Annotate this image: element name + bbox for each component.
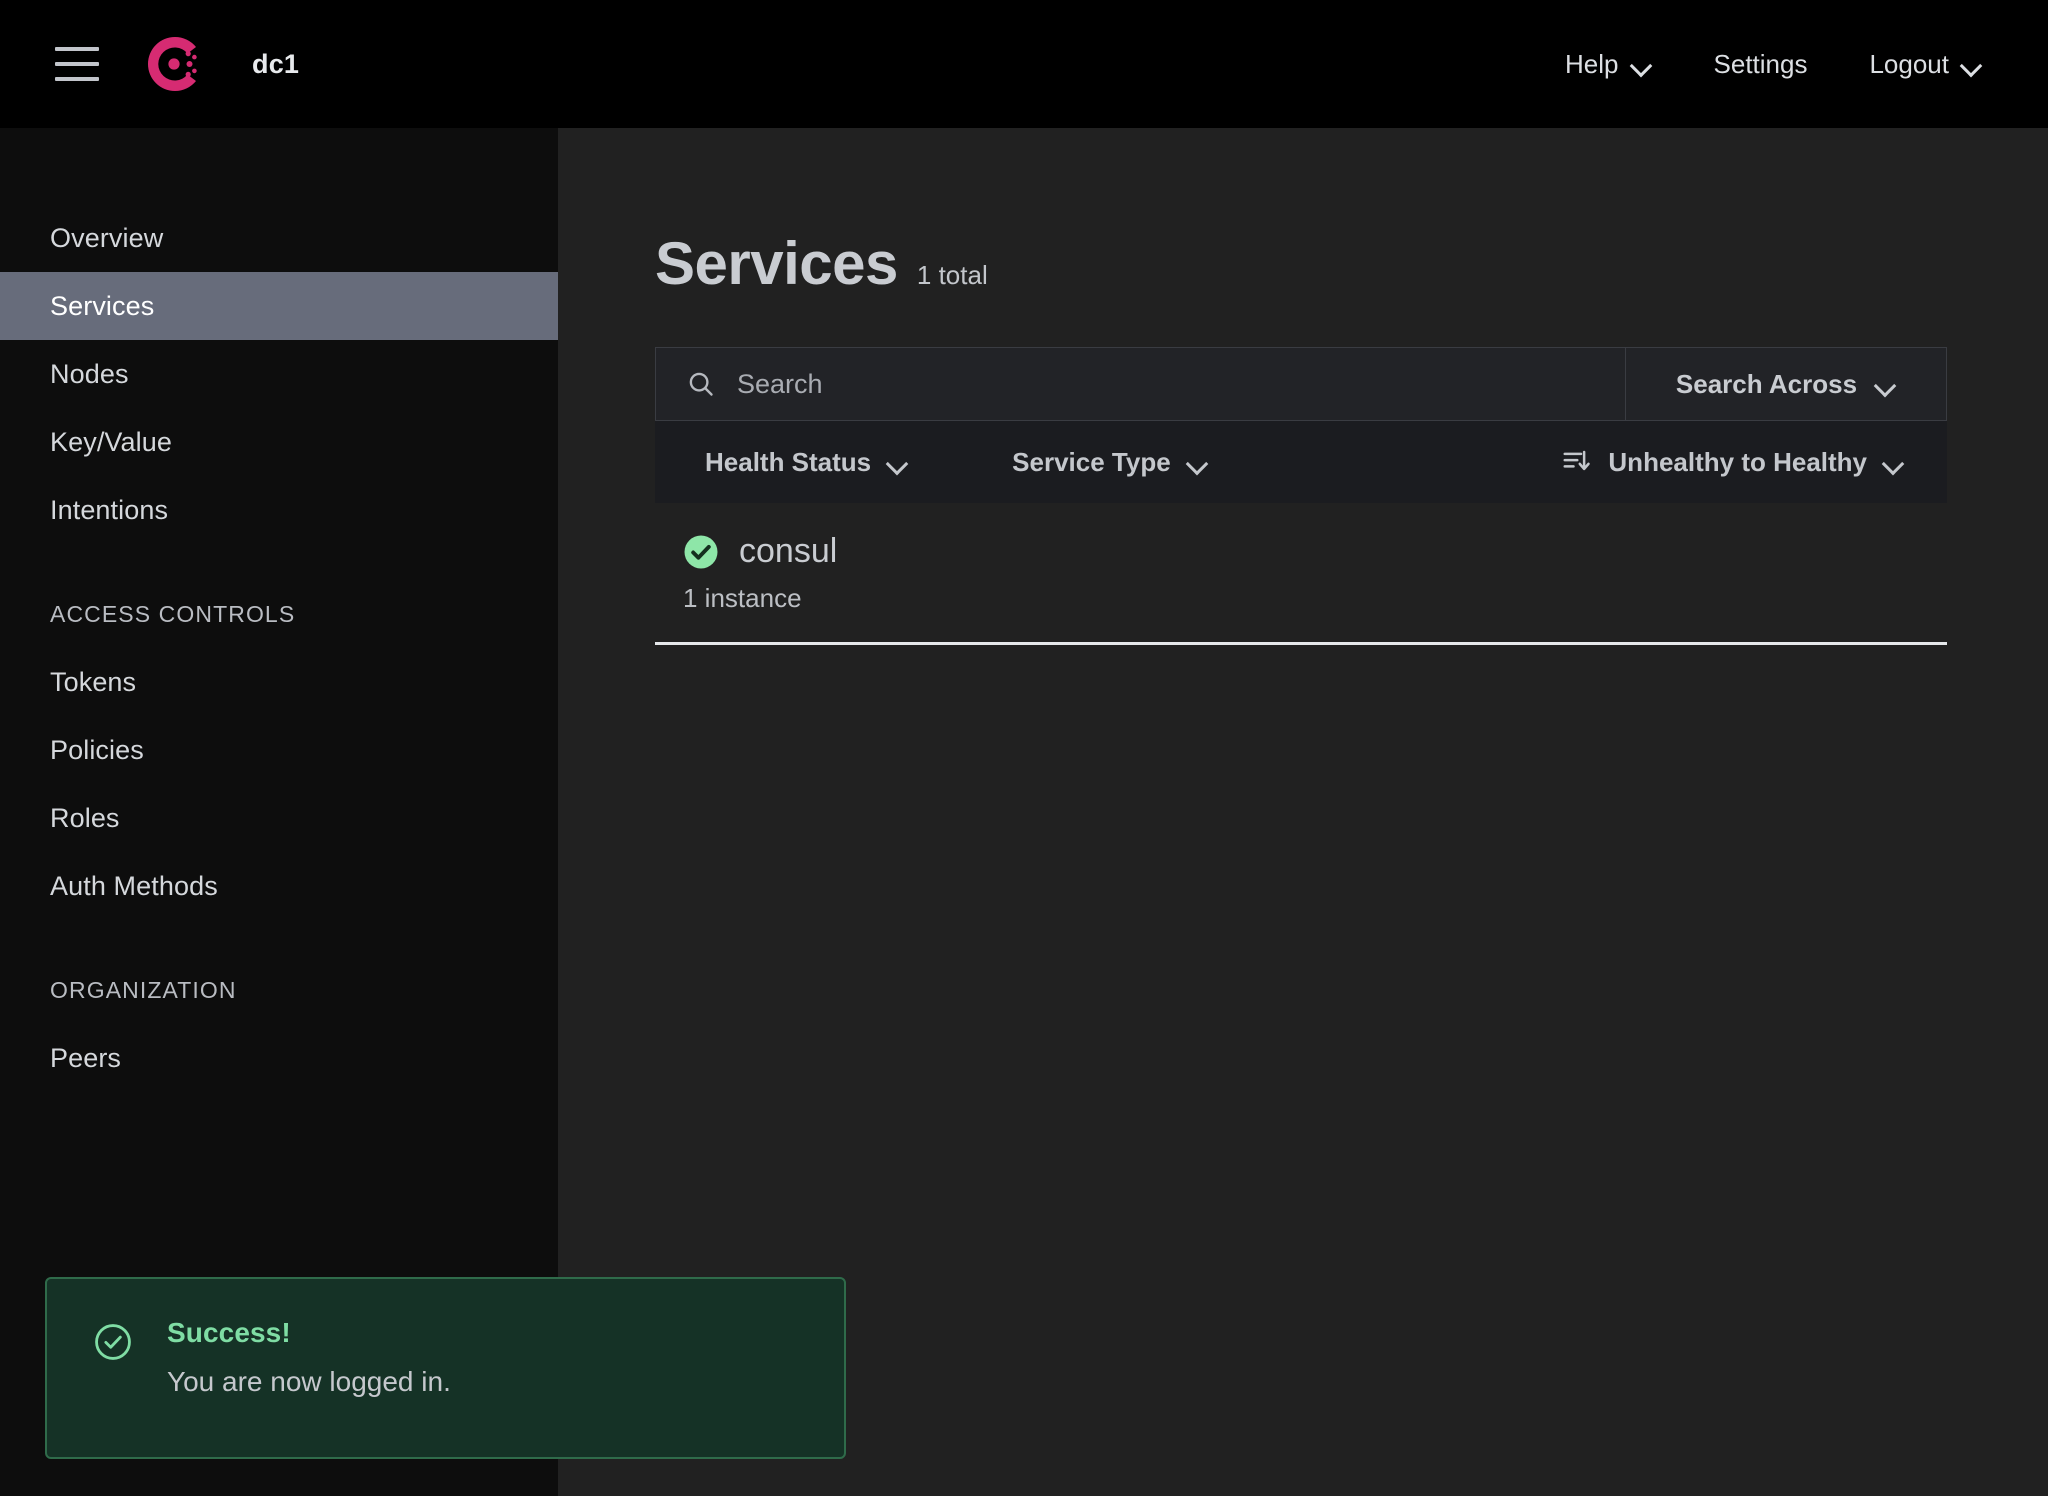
top-navigation-bar: dc1 Help Settings Logout: [0, 0, 2048, 128]
chevron-down-icon: [1884, 456, 1904, 468]
chevron-down-icon: [1962, 58, 1982, 70]
service-name-line: consul: [683, 532, 1947, 571]
search-across-label: Search Across: [1675, 368, 1858, 399]
page-header: Services 1 total: [655, 229, 2048, 298]
service-instance-count: 1 instance: [683, 583, 802, 613]
service-list-item[interactable]: consul 1 instance: [655, 509, 1947, 645]
sidebar-item-label: Intentions: [50, 494, 169, 525]
sidebar-item-label: Auth Methods: [50, 870, 218, 901]
topnav-logout-label: Logout: [1869, 48, 1949, 79]
hamburger-line: [55, 77, 99, 81]
sidebar-section-organization: ORGANIZATION: [50, 976, 237, 1003]
sidebar-item-label: Policies: [50, 734, 144, 765]
sidebar-item-policies[interactable]: Policies: [0, 716, 558, 784]
toast-text: Success! You are now logged in.: [167, 1317, 451, 1398]
topnav-help-label: Help: [1565, 48, 1619, 79]
sidebar-section-access-controls: ACCESS CONTROLS: [50, 600, 296, 627]
sidebar-item-nodes[interactable]: Nodes: [0, 340, 558, 408]
success-toast: Success! You are now logged in.: [45, 1277, 846, 1459]
check-circle-filled-icon: [684, 535, 718, 568]
sidebar-item-label: Peers: [50, 1042, 122, 1073]
top-nav-links: Help Settings Logout: [1565, 49, 1982, 80]
topnav-help[interactable]: Help: [1565, 49, 1651, 80]
hamburger-menu-icon[interactable]: [55, 47, 99, 81]
search-box[interactable]: [656, 348, 1626, 420]
sidebar-item-label: Key/Value: [50, 426, 172, 457]
chevron-down-icon: [1188, 456, 1208, 468]
filter-row: Health Status Service Type Unhealthy to …: [655, 421, 1947, 503]
consul-logo-icon[interactable]: [144, 33, 206, 95]
chevron-down-icon: [1876, 378, 1896, 390]
sidebar-item-overview[interactable]: Overview: [0, 204, 558, 272]
topnav-logout[interactable]: Logout: [1869, 49, 1982, 80]
search-icon: [689, 372, 713, 396]
hamburger-line: [55, 47, 99, 51]
health-status-filter[interactable]: Health Status: [705, 447, 908, 478]
topnav-settings[interactable]: Settings: [1714, 49, 1808, 80]
sidebar-item-tokens[interactable]: Tokens: [0, 648, 558, 716]
sidebar-item-label: Nodes: [50, 358, 129, 389]
services-filter-panel: Search Across Health Status Service Type: [655, 347, 1947, 503]
sidebar-item-label: Roles: [50, 802, 120, 833]
sidebar-item-key-value[interactable]: Key/Value: [0, 408, 558, 476]
search-row: Search Across: [655, 347, 1947, 421]
topnav-settings-label: Settings: [1713, 48, 1808, 79]
page-title: Services: [655, 230, 898, 297]
service-type-filter[interactable]: Service Type: [1012, 447, 1208, 478]
service-name: consul: [739, 532, 838, 570]
service-type-filter-label: Service Type: [1012, 446, 1171, 477]
sidebar-item-peers[interactable]: Peers: [0, 1024, 558, 1092]
services-list: consul 1 instance: [655, 509, 1947, 645]
sidebar-item-intentions[interactable]: Intentions: [0, 476, 558, 544]
sidebar-item-roles[interactable]: Roles: [0, 784, 558, 852]
check-circle-outline-icon: [95, 1324, 131, 1360]
chevron-down-icon: [888, 456, 908, 468]
sort-dropdown-label: Unhealthy to Healthy: [1608, 446, 1867, 477]
services-total-count: 1 total: [916, 260, 988, 290]
sort-dropdown[interactable]: Unhealthy to Healthy: [1561, 447, 1904, 478]
sidebar-item-label: Tokens: [50, 666, 137, 697]
sidebar-item-label: Overview: [50, 222, 164, 253]
datacenter-name[interactable]: dc1: [252, 49, 299, 80]
consul-ui-window: dc1 Help Settings Logout Overview Servic…: [0, 0, 2048, 1496]
search-input[interactable]: [737, 368, 1625, 400]
chevron-down-icon: [1632, 58, 1652, 70]
hamburger-line: [55, 62, 99, 66]
search-across-dropdown[interactable]: Search Across: [1626, 348, 1946, 420]
sidebar-item-label: Services: [50, 290, 155, 321]
sort-descending-icon: [1563, 450, 1591, 471]
health-status-filter-label: Health Status: [705, 446, 872, 477]
toast-title: Success!: [167, 1317, 291, 1348]
toast-message: You are now logged in.: [167, 1366, 451, 1397]
sidebar-item-auth-methods[interactable]: Auth Methods: [0, 852, 558, 920]
sidebar-item-services[interactable]: Services: [0, 272, 558, 340]
